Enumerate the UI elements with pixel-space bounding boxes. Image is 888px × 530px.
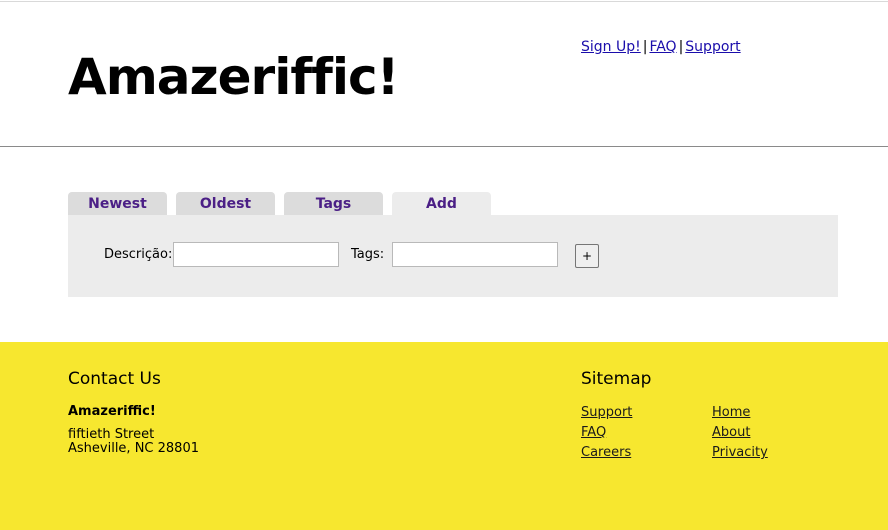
sitemap-privacity-link[interactable]: Privacity [712,443,768,463]
sitemap-faq-link[interactable]: FAQ [581,423,632,443]
support-link[interactable]: Support [685,39,740,55]
sitemap-column-1: Support FAQ Careers [581,403,632,463]
nav-separator: | [678,39,684,55]
add-panel: Descrição: Tags: + [68,215,838,297]
sitemap-home-link[interactable]: Home [712,403,768,423]
page: Amazeriffic! Sign Up! | FAQ | Support Newest… [0,0,888,530]
sign-up-link[interactable]: Sign Up! [581,39,641,55]
tags-label: Tags: [351,247,385,262]
tab-oldest[interactable]: Oldest [176,192,275,215]
logo: Amazeriffic! [68,48,399,106]
contact-address-city: Asheville, NC 28801 [68,441,199,456]
description-label: Descrição: [104,247,173,262]
contact-company-name: Amazeriffic! [68,404,156,419]
sitemap-heading: Sitemap [581,369,652,389]
header: Amazeriffic! Sign Up! | FAQ | Support [0,2,888,146]
header-divider [0,146,888,147]
tags-input[interactable] [392,242,558,267]
sitemap-about-link[interactable]: About [712,423,768,443]
contact-address-street: fiftieth Street [68,427,155,442]
footer: Contact Us Amazeriffic! fiftieth Street … [0,342,888,530]
sitemap-careers-link[interactable]: Careers [581,443,632,463]
faq-link[interactable]: FAQ [649,39,676,55]
tab-add[interactable]: Add [392,192,491,215]
sitemap-support-link[interactable]: Support [581,403,632,423]
add-button[interactable]: + [575,244,599,268]
sitemap-column-2: Home About Privacity [712,403,768,463]
tab-newest[interactable]: Newest [68,192,167,215]
tab-tags[interactable]: Tags [284,192,383,215]
description-input[interactable] [173,242,339,267]
top-nav: Sign Up! | FAQ | Support [581,38,741,56]
contact-heading: Contact Us [68,369,161,389]
